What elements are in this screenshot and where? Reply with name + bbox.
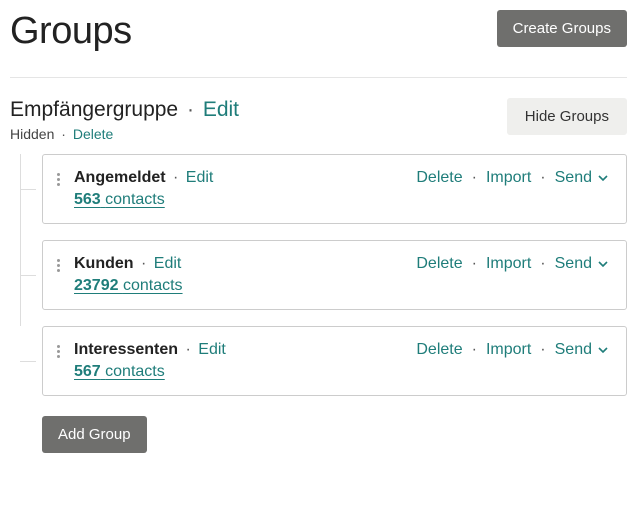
delete-subgroup-link[interactable]: Delete [416, 255, 462, 273]
contacts-word: contacts [105, 363, 165, 380]
contacts-link[interactable]: 23792 contacts [74, 277, 183, 295]
send-dropdown[interactable]: Send [555, 255, 592, 273]
contacts-link[interactable]: 563 contacts [74, 191, 165, 209]
contacts-count: 23792 [74, 277, 119, 294]
subgroup-card: Interessenten · Edit 567 contacts Delete · I… [42, 326, 627, 396]
subgroup-row: Angemeldet · Edit 563 contacts Delete · Impo… [42, 154, 627, 224]
contacts-count: 567 [74, 363, 101, 380]
delete-subgroup-link[interactable]: Delete [416, 341, 462, 359]
delete-group-link[interactable]: Delete [73, 126, 113, 142]
hidden-label: Hidden [10, 126, 54, 142]
create-groups-button[interactable]: Create Groups [497, 10, 627, 47]
chevron-down-icon[interactable] [598, 345, 608, 355]
subgroup-row: Kunden · Edit 23792 contacts Delete · Import… [42, 240, 627, 310]
drag-handle-icon[interactable] [57, 169, 60, 186]
send-dropdown[interactable]: Send [555, 169, 592, 187]
edit-group-link[interactable]: Edit [203, 98, 239, 121]
separator: · [469, 341, 480, 359]
drag-handle-icon[interactable] [57, 341, 60, 358]
import-link[interactable]: Import [486, 169, 531, 187]
separator: · [537, 341, 548, 359]
separator: · [537, 169, 548, 187]
subgroup-name: Kunden [74, 255, 134, 272]
delete-subgroup-link[interactable]: Delete [416, 169, 462, 187]
subgroup-name: Interessenten [74, 341, 178, 358]
separator: · [166, 169, 186, 186]
separator: · [537, 255, 548, 273]
contacts-word: contacts [105, 191, 165, 208]
add-group-button[interactable]: Add Group [42, 416, 147, 453]
import-link[interactable]: Import [486, 255, 531, 273]
separator: · [469, 255, 480, 273]
separator: · [178, 341, 198, 358]
contacts-count: 563 [74, 191, 101, 208]
chevron-down-icon[interactable] [598, 259, 608, 269]
edit-subgroup-link[interactable]: Edit [186, 169, 214, 186]
send-dropdown[interactable]: Send [555, 341, 592, 359]
import-link[interactable]: Import [486, 341, 531, 359]
page-title: Groups [10, 10, 132, 53]
subgroup-card: Kunden · Edit 23792 contacts Delete · Import… [42, 240, 627, 310]
edit-subgroup-link[interactable]: Edit [154, 255, 182, 272]
group-name: Empfängergruppe [10, 98, 178, 121]
separator: · [184, 98, 197, 121]
contacts-link[interactable]: 567 contacts [74, 363, 165, 381]
separator: · [469, 169, 480, 187]
edit-subgroup-link[interactable]: Edit [198, 341, 226, 358]
subgroup-row: Interessenten · Edit 567 contacts Delete · I… [42, 326, 627, 396]
chevron-down-icon[interactable] [598, 173, 608, 183]
contacts-word: contacts [123, 277, 183, 294]
subgroup-name: Angemeldet [74, 169, 166, 186]
separator: · [58, 126, 69, 142]
subgroup-card: Angemeldet · Edit 563 contacts Delete · Impo… [42, 154, 627, 224]
drag-handle-icon[interactable] [57, 255, 60, 272]
hide-groups-button[interactable]: Hide Groups [507, 98, 627, 135]
separator: · [134, 255, 154, 272]
